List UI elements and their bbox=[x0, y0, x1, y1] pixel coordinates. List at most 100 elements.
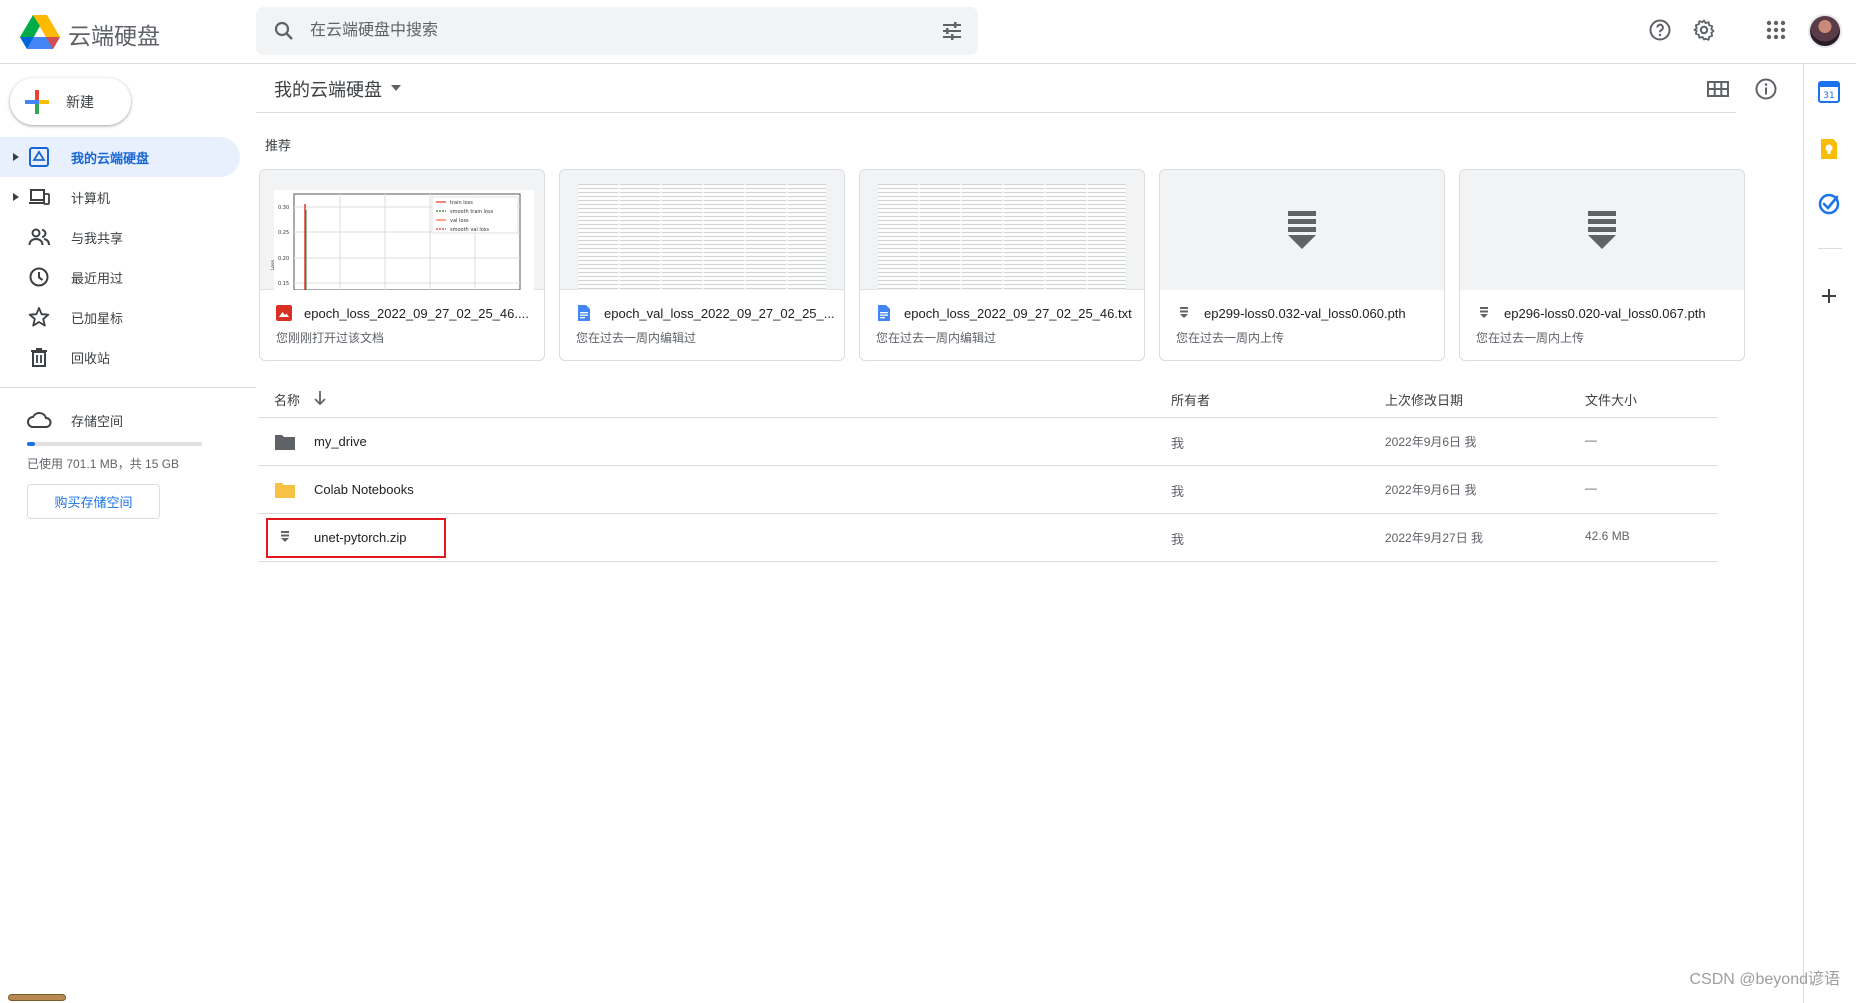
sidebar-item-my-drive[interactable]: 我的云端硬盘 bbox=[0, 137, 240, 177]
suggested-card[interactable]: ep299-loss0.032-val_loss0.060.pth 您在过去一周… bbox=[1159, 169, 1445, 361]
card-title-row: ep296-loss0.020-val_loss0.067.pth bbox=[1476, 303, 1738, 323]
plus-icon bbox=[25, 89, 49, 114]
expand-caret-icon[interactable] bbox=[12, 192, 20, 202]
breadcrumb[interactable]: 我的云端硬盘 bbox=[274, 76, 382, 102]
sidebar-item-computers[interactable]: 计算机 bbox=[0, 177, 240, 217]
card-title: epoch_val_loss_2022_09_27_02_25_... bbox=[604, 305, 835, 321]
cloud-icon bbox=[27, 412, 52, 428]
table-row[interactable]: unet-pytorch.zip 我 2022年9月27日 我 42.6 MB bbox=[258, 514, 1718, 562]
doc-file-icon bbox=[878, 305, 890, 321]
chart-axis-label: Loss bbox=[270, 259, 276, 270]
card-title-row: epoch_loss_2022_09_27_02_25_46.... bbox=[276, 303, 538, 323]
file-list: 名称 所有者 上次修改日期 文件大小 my_drive 我 2022年9月6日 … bbox=[258, 378, 1718, 562]
highlight-box bbox=[266, 518, 446, 558]
apps-button[interactable] bbox=[1762, 16, 1790, 44]
column-header-owner[interactable]: 所有者 bbox=[1171, 390, 1210, 409]
suggested-card[interactable]: ep296-loss0.020-val_loss0.067.pth 您在过去一周… bbox=[1459, 169, 1745, 361]
card-subtitle: 您在过去一周内编辑过 bbox=[576, 331, 697, 345]
card-title: epoch_loss_2022_09_27_02_25_46.txt bbox=[904, 305, 1132, 321]
table-row[interactable]: Colab Notebooks 我 2022年9月6日 我 — bbox=[258, 466, 1718, 514]
new-button-label: 新建 bbox=[66, 93, 94, 110]
chevron-down-icon[interactable] bbox=[390, 84, 402, 92]
card-title-row: ep299-loss0.032-val_loss0.060.pth bbox=[1176, 303, 1438, 323]
account-avatar[interactable] bbox=[1808, 14, 1842, 48]
folder-dark-icon bbox=[275, 435, 295, 450]
gear-icon bbox=[1693, 19, 1715, 41]
column-header-name[interactable]: 名称 bbox=[274, 390, 300, 409]
new-button[interactable]: 新建 bbox=[10, 78, 131, 125]
column-header-modified[interactable]: 上次修改日期 bbox=[1385, 390, 1463, 409]
doc-file-icon bbox=[578, 305, 590, 321]
sidebar-item-label: 与我共享 bbox=[71, 230, 124, 246]
sidebar-item-shared[interactable]: 与我共享 bbox=[0, 217, 240, 257]
star-icon bbox=[28, 307, 50, 327]
card-title: epoch_loss_2022_09_27_02_25_46.... bbox=[304, 305, 529, 321]
storage-usage-text: 已使用 701.1 MB，共 15 GB bbox=[27, 457, 180, 471]
document-thumbnail bbox=[860, 170, 1144, 290]
chart-tick-label: 0.20 bbox=[278, 256, 289, 262]
card-subtitle: 您刚刚打开过该文档 bbox=[276, 331, 385, 345]
app-title[interactable]: 云端硬盘 bbox=[68, 17, 160, 51]
search-input[interactable] bbox=[310, 17, 870, 45]
sidebar-item-label: 计算机 bbox=[71, 190, 111, 206]
suggested-card[interactable]: epoch_loss_2022_09_27_02_25_46.txt 您在过去一… bbox=[859, 169, 1145, 361]
sidebar-item-starred[interactable]: 已加星标 bbox=[0, 297, 240, 337]
sidebar-item-storage[interactable]: 存储空间 bbox=[0, 400, 240, 440]
tasks-icon[interactable] bbox=[1817, 192, 1841, 216]
taskbar-handle[interactable] bbox=[8, 994, 66, 1001]
card-title-row: epoch_loss_2022_09_27_02_25_46.txt bbox=[876, 303, 1138, 323]
info-icon[interactable] bbox=[1754, 77, 1778, 101]
archive-file-icon bbox=[1180, 307, 1188, 318]
grid-view-icon[interactable] bbox=[1706, 77, 1730, 101]
computer-icon bbox=[29, 189, 50, 205]
suggested-card[interactable]: epoch_val_loss_2022_09_27_02_25_... 您在过去… bbox=[559, 169, 845, 361]
column-header-size[interactable]: 文件大小 bbox=[1585, 390, 1637, 409]
file-owner: 我 bbox=[1171, 436, 1185, 451]
table-row[interactable]: my_drive 我 2022年9月6日 我 — bbox=[258, 418, 1718, 466]
search-icon[interactable] bbox=[272, 19, 296, 43]
calendar-icon[interactable]: 31 bbox=[1817, 80, 1841, 104]
sidebar-item-recent[interactable]: 最近用过 bbox=[0, 257, 240, 297]
search-bar[interactable] bbox=[256, 7, 978, 55]
buy-storage-button[interactable]: 购买存储空间 bbox=[27, 484, 160, 519]
folder-yellow-icon bbox=[275, 483, 295, 498]
help-button[interactable] bbox=[1646, 16, 1674, 44]
file-owner: 我 bbox=[1171, 484, 1185, 499]
card-title: ep299-loss0.032-val_loss0.060.pth bbox=[1204, 305, 1406, 321]
chart-thumbnail: 0.30 0.25 0.20 0.15 Loss train loss smoo… bbox=[260, 170, 544, 291]
sort-arrow-down-icon[interactable] bbox=[311, 389, 329, 407]
help-icon bbox=[1649, 19, 1671, 41]
add-addon-icon[interactable] bbox=[1817, 284, 1841, 308]
expand-caret-icon[interactable] bbox=[12, 152, 20, 162]
image-file-icon bbox=[276, 305, 292, 321]
sidebar-item-label: 已加星标 bbox=[71, 310, 124, 326]
sidebar-nav: 我的云端硬盘 计算机 与我共享 最近用过 已加星标 回收站 bbox=[0, 137, 240, 377]
card-subtitle: 您在过去一周内上传 bbox=[1176, 331, 1285, 345]
recent-icon bbox=[29, 267, 49, 287]
file-size: — bbox=[1585, 433, 1597, 447]
document-thumbnail bbox=[560, 170, 844, 290]
file-list-header: 名称 所有者 上次修改日期 文件大小 bbox=[258, 378, 1718, 418]
chart-tick-label: 0.15 bbox=[278, 281, 289, 287]
keep-icon[interactable] bbox=[1817, 137, 1841, 161]
side-panel-divider bbox=[1818, 248, 1842, 249]
sidebar-item-label: 我的云端硬盘 bbox=[71, 150, 150, 166]
shared-icon bbox=[28, 228, 50, 246]
settings-button[interactable] bbox=[1690, 16, 1718, 44]
chart-legend-entry: smooth val loss bbox=[450, 227, 489, 233]
side-panel: 31 bbox=[1803, 64, 1856, 1003]
search-options-icon[interactable] bbox=[940, 19, 964, 43]
sidebar-item-trash[interactable]: 回收站 bbox=[0, 337, 240, 377]
archive-thumbnail bbox=[1160, 170, 1444, 290]
file-name: Colab Notebooks bbox=[314, 482, 414, 497]
chart-legend-entry: val loss bbox=[450, 218, 469, 224]
storage-usage-fill bbox=[27, 442, 36, 446]
file-modified: 2022年9月6日 我 bbox=[1385, 483, 1477, 497]
card-subtitle: 您在过去一周内上传 bbox=[1476, 331, 1585, 345]
drive-logo-icon[interactable] bbox=[20, 13, 60, 49]
loss-chart-preview: 0.30 0.25 0.20 0.15 Loss train loss smoo… bbox=[270, 190, 534, 291]
archive-thumbnail bbox=[1460, 170, 1744, 290]
card-title: ep296-loss0.020-val_loss0.067.pth bbox=[1504, 305, 1706, 321]
storage-label: 存储空间 bbox=[71, 413, 124, 429]
suggested-card[interactable]: 0.30 0.25 0.20 0.15 Loss train loss smoo… bbox=[259, 169, 545, 361]
